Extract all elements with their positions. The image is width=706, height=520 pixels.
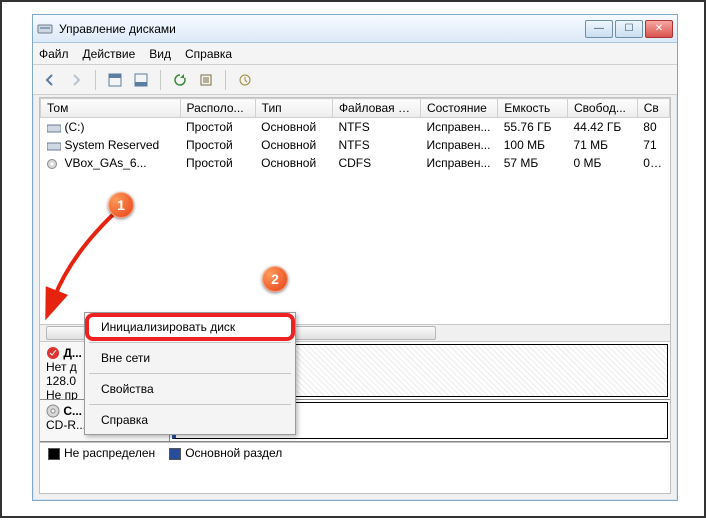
- minimize-button[interactable]: —: [585, 20, 613, 38]
- col-state[interactable]: Состояние: [420, 99, 497, 118]
- disk-error-icon: [46, 346, 60, 360]
- cell-state: Исправен...: [420, 154, 497, 172]
- cell-pct: 71: [637, 136, 669, 154]
- col-free[interactable]: Свобод...: [568, 99, 638, 118]
- cell-type: Основной: [255, 136, 332, 154]
- titlebar[interactable]: Управление дисками — ☐ ✕: [33, 15, 677, 43]
- ctx-offline[interactable]: Вне сети: [87, 346, 293, 370]
- cell-layout: Простой: [180, 118, 255, 137]
- menu-view[interactable]: Вид: [149, 47, 171, 61]
- disk-line1: Нет д: [46, 360, 77, 374]
- legend: Не распределен Основной раздел: [40, 442, 670, 464]
- volume-table: Том Располо... Тип Файловая с... Состоян…: [40, 98, 670, 172]
- cell-capacity: 100 МБ: [498, 136, 568, 154]
- legend-unallocated: Не распределен: [48, 446, 155, 460]
- col-capacity[interactable]: Емкость: [498, 99, 568, 118]
- back-button[interactable]: [39, 69, 61, 91]
- cd-icon: [46, 404, 60, 418]
- table-row[interactable]: VBox_GAs_6...ПростойОсновнойCDFSИсправен…: [41, 154, 670, 172]
- cell-layout: Простой: [180, 136, 255, 154]
- cell-layout: Простой: [180, 154, 255, 172]
- col-volume[interactable]: Том: [41, 99, 181, 118]
- ctx-separator: [89, 342, 291, 343]
- cell-volume: (C:): [41, 118, 181, 137]
- cell-state: Исправен...: [420, 118, 497, 137]
- legend-primary: Основной раздел: [169, 446, 282, 460]
- ctx-separator: [89, 404, 291, 405]
- ctx-initialize-disk[interactable]: Инициализировать диск: [87, 315, 293, 339]
- window-title: Управление дисками: [59, 22, 585, 36]
- menu-help[interactable]: Справка: [185, 47, 232, 61]
- window-buttons: — ☐ ✕: [585, 20, 673, 38]
- col-fs[interactable]: Файловая с...: [332, 99, 420, 118]
- context-menu: Инициализировать диск Вне сети Свойства …: [84, 312, 296, 435]
- annotation-marker-2: 2: [262, 266, 288, 292]
- app-icon: [37, 21, 53, 37]
- forward-button[interactable]: [65, 69, 87, 91]
- table-row[interactable]: (C:)ПростойОсновнойNTFSИсправен...55.76 …: [41, 118, 670, 137]
- cell-type: Основной: [255, 118, 332, 137]
- cell-state: Исправен...: [420, 136, 497, 154]
- settings-button[interactable]: [195, 69, 217, 91]
- view-top-button[interactable]: [104, 69, 126, 91]
- maximize-button[interactable]: ☐: [615, 20, 643, 38]
- cell-free: 71 МБ: [568, 136, 638, 154]
- annotation-marker-1: 1: [108, 192, 134, 218]
- cell-fs: CDFS: [332, 154, 420, 172]
- cd-name: C...: [63, 404, 82, 418]
- cell-free: 0 МБ: [568, 154, 638, 172]
- cell-pct: 0 %: [637, 154, 669, 172]
- cell-free: 44.42 ГБ: [568, 118, 638, 137]
- close-button[interactable]: ✕: [645, 20, 673, 38]
- refresh-button[interactable]: [169, 69, 191, 91]
- cell-fs: NTFS: [332, 136, 420, 154]
- action-button[interactable]: [234, 69, 256, 91]
- toolbar-separator: [95, 70, 96, 90]
- col-type[interactable]: Тип: [255, 99, 332, 118]
- disk-name: Д...: [63, 346, 82, 360]
- col-layout[interactable]: Располо...: [180, 99, 255, 118]
- cell-capacity: 57 МБ: [498, 154, 568, 172]
- col-pct[interactable]: Св: [637, 99, 669, 118]
- toolbar-separator: [225, 70, 226, 90]
- menubar: Файл Действие Вид Справка: [33, 43, 677, 65]
- toolbar: [33, 65, 677, 95]
- table-row[interactable]: System ReservedПростойОсновнойNTFSИсправ…: [41, 136, 670, 154]
- menu-action[interactable]: Действие: [83, 47, 136, 61]
- cell-volume: VBox_GAs_6...: [41, 154, 181, 172]
- ctx-properties[interactable]: Свойства: [87, 377, 293, 401]
- cell-volume: System Reserved: [41, 136, 181, 154]
- cell-pct: 80: [637, 118, 669, 137]
- menu-file[interactable]: Файл: [39, 47, 69, 61]
- ctx-help[interactable]: Справка: [87, 408, 293, 432]
- ctx-separator: [89, 373, 291, 374]
- disk-line2: 128.0: [46, 374, 76, 388]
- cd-line1: CD-R...: [46, 418, 86, 432]
- view-bottom-button[interactable]: [130, 69, 152, 91]
- cell-capacity: 55.76 ГБ: [498, 118, 568, 137]
- cell-type: Основной: [255, 154, 332, 172]
- cell-fs: NTFS: [332, 118, 420, 137]
- toolbar-separator: [160, 70, 161, 90]
